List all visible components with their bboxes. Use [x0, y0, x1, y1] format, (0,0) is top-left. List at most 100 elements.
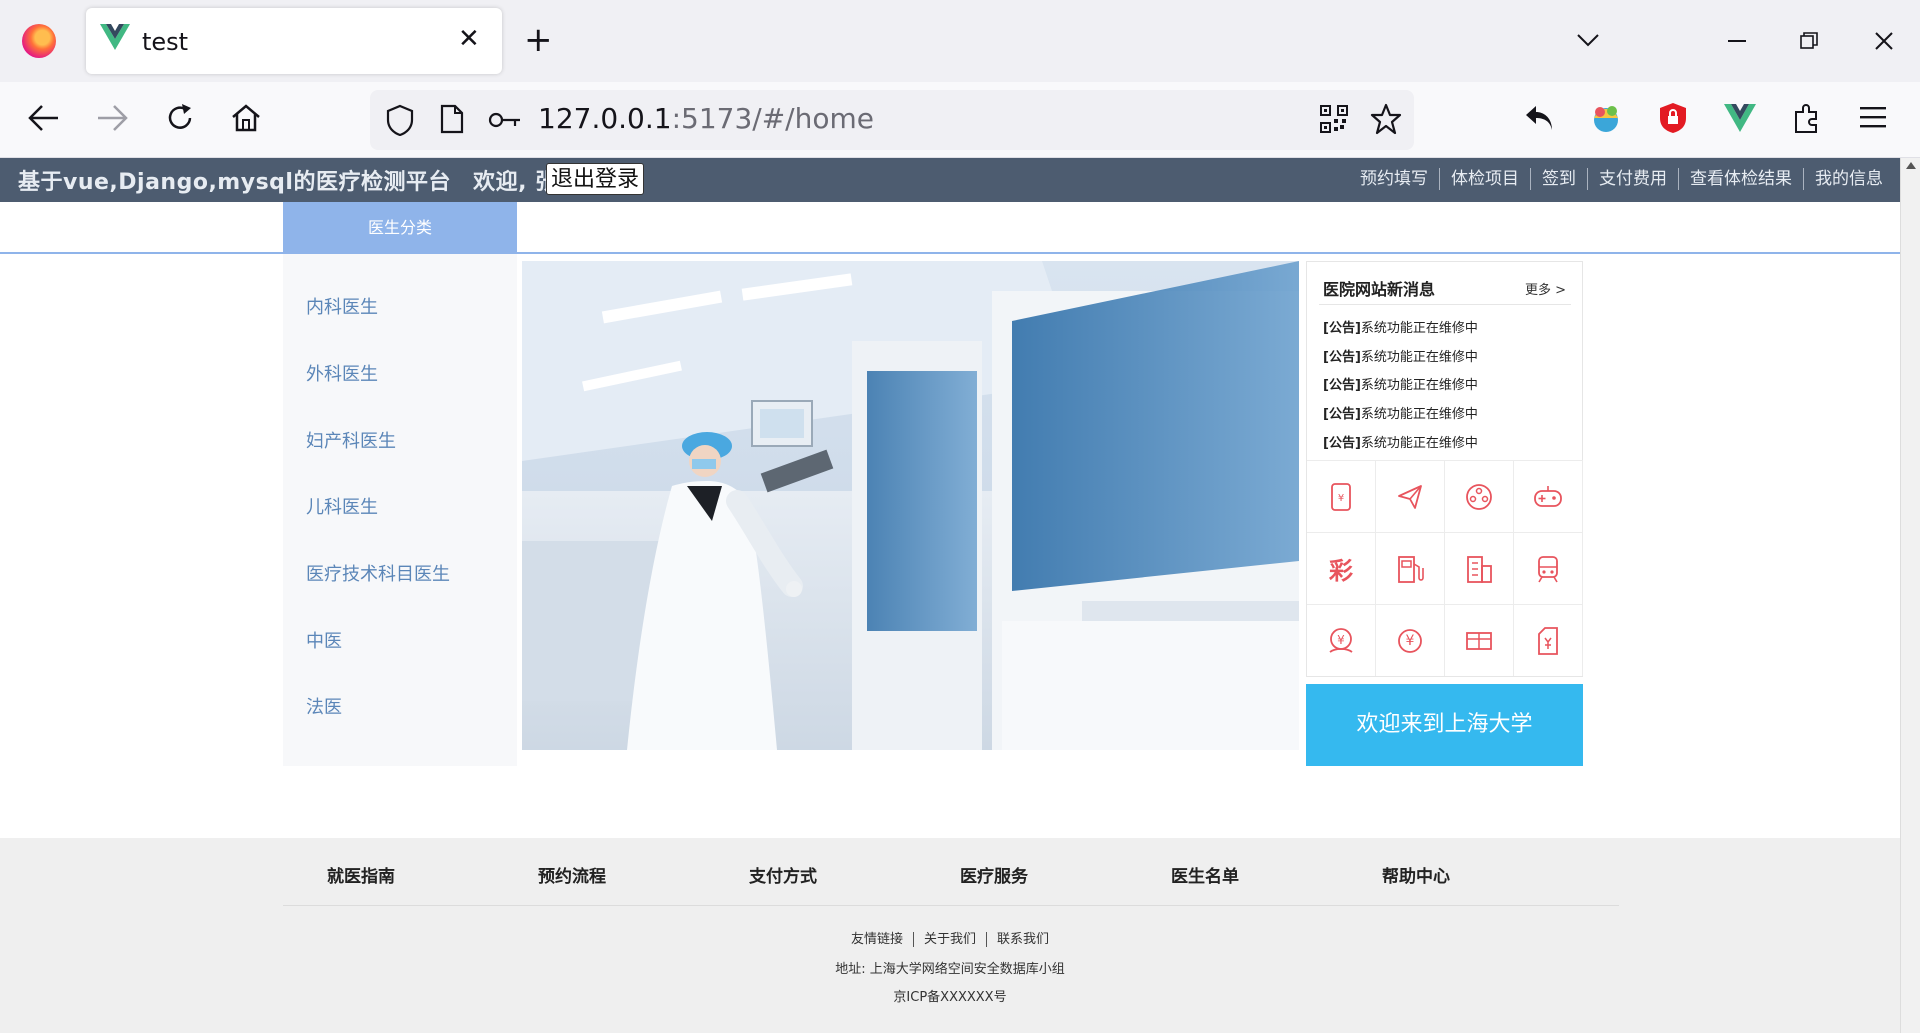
- nav-appointment[interactable]: 预约填写: [1349, 168, 1439, 190]
- browser-toolbar: 127.0.0.1:5173/#/home: [0, 82, 1920, 158]
- new-tab-icon[interactable]: +: [524, 22, 553, 58]
- footer-link-payment[interactable]: 支付方式: [749, 862, 817, 887]
- news-text: 系统功能正在维修中: [1360, 350, 1478, 365]
- yuan-char: ¥: [1405, 632, 1415, 649]
- category-forensic[interactable]: 法医: [306, 693, 342, 719]
- tab-close-icon[interactable]: ✕: [458, 24, 480, 54]
- news-item[interactable]: [公告]系统功能正在维修中: [1323, 432, 1478, 451]
- category-surgery[interactable]: 外科医生: [306, 360, 378, 386]
- footer-link-services[interactable]: 医疗服务: [960, 862, 1028, 887]
- browser-tab[interactable]: test ✕: [86, 8, 502, 74]
- news-title: 医院网站新消息: [1323, 280, 1436, 299]
- url-text[interactable]: 127.0.0.1:5173/#/home: [538, 102, 874, 135]
- film-reel-icon[interactable]: [1445, 460, 1514, 532]
- menu-hamburger-icon[interactable]: [1860, 106, 1886, 128]
- category-internal-medicine[interactable]: 内科医生: [306, 293, 378, 319]
- nav-results[interactable]: 查看体检结果: [1678, 168, 1803, 190]
- footer-link-process[interactable]: 预约流程: [538, 862, 606, 887]
- about-us-link[interactable]: 关于我们: [912, 932, 986, 947]
- page-scrollbar[interactable]: [1900, 158, 1920, 1033]
- minimize-icon[interactable]: [1728, 40, 1746, 42]
- vue-devtools-icon[interactable]: [1724, 104, 1756, 132]
- extensions-puzzle-icon[interactable]: [1792, 102, 1822, 134]
- logout-button[interactable]: 退出登录: [546, 163, 645, 195]
- news-divider: [1319, 304, 1571, 305]
- ticket-icon[interactable]: [1445, 604, 1514, 676]
- airplane-icon[interactable]: [1376, 460, 1445, 532]
- train-icon[interactable]: [1514, 532, 1583, 604]
- news-item[interactable]: [公告]系统功能正在维修中: [1323, 317, 1478, 336]
- friend-links: 友情链接 关于我们 联系我们: [0, 928, 1900, 947]
- tab-list-chevron-down-icon[interactable]: [1576, 32, 1600, 48]
- service-icon-grid: ¥ 彩 ¥ ¥: [1307, 460, 1584, 676]
- welcome-banner: 欢迎来到上海大学: [1306, 684, 1583, 766]
- phone-payment-icon[interactable]: ¥: [1307, 460, 1376, 532]
- news-more-link[interactable]: 更多 >: [1525, 279, 1566, 298]
- yuan-coin-icon[interactable]: ¥: [1376, 604, 1445, 676]
- nav-my-info[interactable]: 我的信息: [1803, 168, 1894, 190]
- lottery-icon[interactable]: 彩: [1307, 532, 1376, 604]
- footer-divider: [283, 905, 1619, 906]
- news-tag: [公告]: [1323, 321, 1361, 336]
- home-icon[interactable]: [230, 102, 262, 134]
- footer-icp: 京ICP备XXXXXX号: [893, 990, 1007, 1005]
- footer-address: 地址: 上海大学网络空间安全数据库小组: [835, 962, 1065, 977]
- news-tag: [公告]: [1323, 350, 1361, 365]
- news-item[interactable]: [公告]系统功能正在维修中: [1323, 403, 1478, 422]
- restore-icon[interactable]: [1800, 32, 1818, 50]
- top-nav: 预约填写 体检项目 签到 支付费用 查看体检结果 我的信息: [1349, 168, 1894, 190]
- qr-code-icon[interactable]: [1320, 105, 1348, 133]
- reload-icon[interactable]: [164, 102, 196, 134]
- nav-sign-in[interactable]: 签到: [1530, 168, 1587, 190]
- contact-link[interactable]: 联系我们: [986, 932, 1060, 947]
- browser-tab-bar: test ✕ +: [0, 0, 1920, 82]
- svg-text:¥: ¥: [1337, 633, 1345, 647]
- hero-lab-image: [522, 261, 1299, 750]
- shield-icon[interactable]: [386, 104, 414, 136]
- scroll-up-arrow-icon[interactable]: [1906, 162, 1916, 169]
- news-item[interactable]: [公告]系统功能正在维修中: [1323, 346, 1478, 365]
- bookmark-star-icon[interactable]: [1370, 103, 1402, 135]
- tab-title: test: [142, 28, 189, 56]
- footer-link-guide[interactable]: 就医指南: [327, 862, 395, 887]
- adblock-shield-icon[interactable]: [1658, 102, 1688, 134]
- category-tcm[interactable]: 中医: [306, 627, 342, 653]
- extension-globe-icon[interactable]: [1590, 102, 1622, 134]
- nav-payment[interactable]: 支付费用: [1587, 168, 1678, 190]
- game-controller-icon[interactable]: [1514, 460, 1583, 532]
- news-text: 系统功能正在维修中: [1360, 407, 1478, 422]
- news-tag: [公告]: [1323, 436, 1361, 451]
- doctor-category-sidebar: 内科医生 外科医生 妇产科医生 儿科医生 医疗技术科目医生 中医 法医: [283, 254, 517, 766]
- site-header: 基于vue,Django,mysql的医疗检测平台 欢迎, 张三 退出登录 预约…: [0, 158, 1900, 202]
- url-bar[interactable]: 127.0.0.1:5173/#/home: [370, 90, 1414, 150]
- url-host: 127.0.0.1: [538, 102, 672, 135]
- building-icon[interactable]: [1445, 532, 1514, 604]
- category-pediatrics[interactable]: 儿科医生: [306, 493, 378, 519]
- url-path: :5173/#/home: [671, 102, 874, 135]
- firefox-logo-icon[interactable]: [22, 24, 56, 58]
- fuel-pump-icon[interactable]: [1376, 532, 1445, 604]
- nav-checkup-items[interactable]: 体检项目: [1439, 168, 1530, 190]
- platform-name: 基于vue,Django,mysql的医疗检测平台: [18, 170, 451, 195]
- category-obstetrics[interactable]: 妇产科医生: [306, 427, 396, 453]
- money-bag-icon[interactable]: ¥: [1307, 604, 1376, 676]
- category-medical-technology[interactable]: 医疗技术科目医生: [306, 560, 450, 586]
- page-info-icon[interactable]: [440, 104, 464, 134]
- footer-link-help[interactable]: 帮助中心: [1382, 862, 1450, 887]
- news-panel: 医院网站新消息 更多 > [公告]系统功能正在维修中 [公告]系统功能正在维修中…: [1306, 261, 1583, 677]
- back-arrow-icon[interactable]: [28, 104, 60, 132]
- news-text: 系统功能正在维修中: [1360, 378, 1478, 393]
- svg-text:¥: ¥: [1338, 493, 1344, 504]
- key-icon[interactable]: [488, 110, 522, 130]
- forward-arrow-icon[interactable]: [96, 104, 128, 132]
- doctor-category-header[interactable]: 医生分类: [283, 202, 517, 253]
- news-item[interactable]: [公告]系统功能正在维修中: [1323, 374, 1478, 393]
- footer-link-doctors[interactable]: 医生名单: [1171, 862, 1239, 887]
- window-close-icon[interactable]: [1874, 31, 1894, 51]
- history-back-icon[interactable]: [1524, 104, 1554, 132]
- invoice-icon[interactable]: [1514, 604, 1583, 676]
- site-title: 基于vue,Django,mysql的医疗检测平台 欢迎, 张三: [18, 164, 580, 196]
- vue-logo-icon: [100, 24, 130, 50]
- friend-link[interactable]: 友情链接: [841, 932, 913, 947]
- news-tag: [公告]: [1323, 378, 1361, 393]
